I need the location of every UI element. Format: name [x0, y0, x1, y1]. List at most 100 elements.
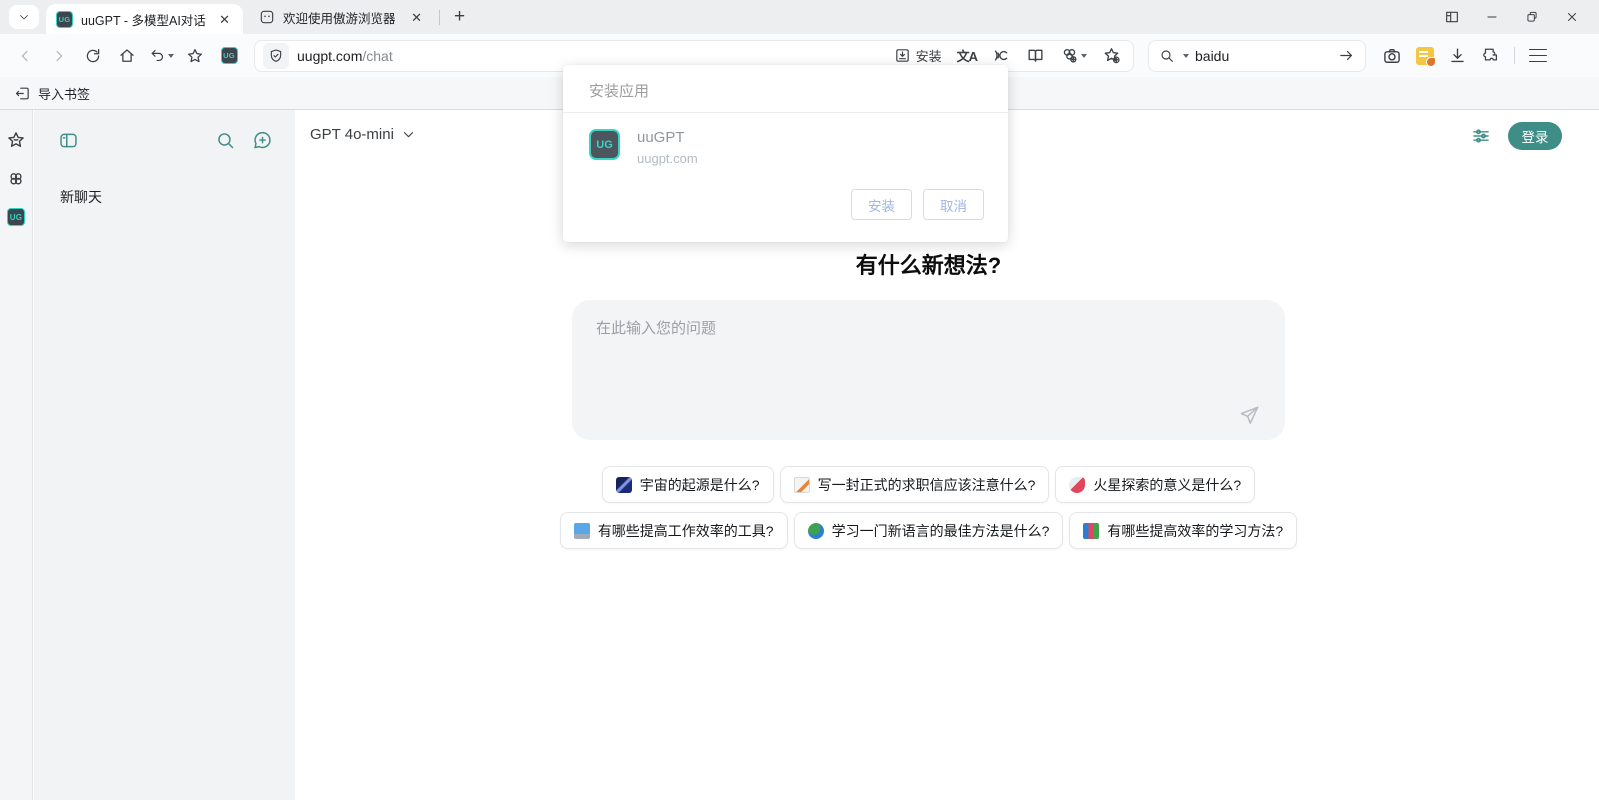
- tab-uugpt[interactable]: UG uuGPT - 多模型AI对话 ✕: [46, 4, 243, 34]
- split-layout-icon: [1444, 9, 1460, 25]
- tab-bar: UG uuGPT - 多模型AI对话 ✕ 欢迎使用傲游浏览器 ✕ +: [0, 0, 1599, 34]
- shield-check-icon: [268, 48, 284, 64]
- dropdown-caret-icon: [1081, 54, 1087, 58]
- import-bookmarks-button[interactable]: 导入书签: [14, 84, 90, 103]
- minimize-icon: [1485, 10, 1499, 24]
- apps-flower-icon[interactable]: [6, 169, 26, 189]
- back-button[interactable]: [10, 41, 40, 71]
- model-selector[interactable]: GPT 4o-mini: [310, 126, 416, 143]
- suggestion-label: 火星探索的意义是什么?: [1093, 475, 1241, 495]
- prompt-input[interactable]: [572, 300, 1285, 440]
- new-chat-item[interactable]: 新聊天: [60, 187, 295, 207]
- browser-window: UG uuGPT - 多模型AI对话 ✕ 欢迎使用傲游浏览器 ✕ +: [0, 0, 1599, 800]
- suggestion-button[interactable]: 有哪些提高工作效率的工具?: [560, 512, 788, 549]
- app-icon: UG: [589, 129, 620, 160]
- search-value[interactable]: baidu: [1195, 48, 1332, 64]
- import-bookmarks-label: 导入书签: [38, 84, 90, 103]
- prompt-input-container: [572, 300, 1285, 440]
- add-favorite-icon[interactable]: [1102, 46, 1121, 65]
- main-menu-button[interactable]: [1529, 49, 1547, 63]
- uugpt-sidebar-app-icon[interactable]: UG: [7, 208, 25, 226]
- collapse-sidebar-icon[interactable]: [58, 130, 79, 151]
- suggestion-prompts: 宇宙的起源是什么? 写一封正式的求职信应该注意什么? 火星探索的意义是什么? 有…: [572, 466, 1285, 549]
- window-controls: [1439, 4, 1599, 30]
- notes-icon[interactable]: [1416, 47, 1434, 65]
- back-icon: [16, 47, 34, 65]
- search-box[interactable]: baidu: [1148, 40, 1366, 72]
- toolbar-right-actions: [1382, 46, 1547, 66]
- dialog-body: UG uuGPT uugpt.com: [563, 113, 1008, 166]
- minimize-button[interactable]: [1479, 4, 1505, 30]
- search-chats-icon[interactable]: [215, 130, 236, 151]
- extension-action-button[interactable]: [1060, 46, 1087, 65]
- new-chat-icon[interactable]: [252, 130, 273, 151]
- suggestion-button[interactable]: 学习一门新语言的最佳方法是什么?: [794, 512, 1064, 549]
- login-button[interactable]: 登录: [1508, 122, 1562, 150]
- suggestion-button[interactable]: 写一封正式的求职信应该注意什么?: [780, 466, 1050, 503]
- download-icon[interactable]: [1448, 46, 1467, 65]
- search-icon: [1159, 48, 1175, 64]
- screenshot-camera-icon[interactable]: [1382, 46, 1402, 66]
- extensions-puzzle-icon[interactable]: [1481, 46, 1500, 65]
- import-bookmarks-icon: [14, 85, 31, 102]
- tab-close-icon[interactable]: ✕: [216, 11, 233, 28]
- settings-sliders-icon[interactable]: [1471, 126, 1491, 146]
- tab-welcome[interactable]: 欢迎使用傲游浏览器 ✕: [251, 2, 433, 32]
- read-aloud-icon[interactable]: [992, 46, 1011, 65]
- suggestion-label: 宇宙的起源是什么?: [640, 475, 760, 495]
- url-path: /chat: [362, 48, 392, 64]
- suggestion-button[interactable]: 宇宙的起源是什么?: [602, 466, 774, 503]
- restore-button[interactable]: [1519, 4, 1545, 30]
- forward-button[interactable]: [44, 41, 74, 71]
- laptop-icon: [574, 523, 590, 539]
- undo-icon: [149, 47, 166, 64]
- chat-header-actions: 登录: [1471, 122, 1562, 150]
- dialog-title: 安装应用: [563, 65, 1008, 113]
- tab-list-menu-button[interactable]: [9, 5, 39, 29]
- workspace-panel-button[interactable]: [1439, 4, 1465, 30]
- url-text[interactable]: uugpt.com/chat: [297, 48, 886, 64]
- home-button[interactable]: [112, 41, 142, 71]
- translate-icon[interactable]: 文A: [957, 46, 977, 65]
- dialog-install-button[interactable]: 安装: [851, 189, 912, 220]
- rocket-icon: [1069, 477, 1085, 493]
- flower-add-icon: [1060, 46, 1079, 65]
- favorites-star-face-icon[interactable]: [6, 130, 26, 150]
- app-domain: uugpt.com: [637, 151, 698, 166]
- home-icon: [118, 47, 136, 65]
- uugpt-favicon: UG: [56, 11, 73, 28]
- favorites-button[interactable]: [180, 41, 210, 71]
- model-name: GPT 4o-mini: [310, 126, 394, 143]
- books-icon: [1083, 523, 1099, 539]
- install-app-dialog: 安装应用 UG uuGPT uugpt.com 安装 取消: [563, 65, 1008, 242]
- tab-title: uuGPT - 多模型AI对话: [81, 10, 208, 29]
- forward-icon: [50, 47, 68, 65]
- restore-icon: [1525, 10, 1539, 24]
- reload-button[interactable]: [78, 41, 108, 71]
- site-security-chip[interactable]: [263, 43, 289, 69]
- install-app-button[interactable]: 安装: [894, 46, 942, 65]
- app-name: uuGPT: [637, 129, 698, 146]
- browser-side-rail: UG: [0, 110, 33, 800]
- reader-mode-icon[interactable]: [1026, 46, 1045, 65]
- suggestion-button[interactable]: 火星探索的意义是什么?: [1055, 466, 1255, 503]
- send-icon[interactable]: [1238, 404, 1261, 427]
- close-icon: [1565, 10, 1579, 24]
- tab-close-icon[interactable]: ✕: [408, 9, 425, 26]
- tab-title: 欢迎使用傲游浏览器: [283, 8, 400, 27]
- undo-closed-tab-button[interactable]: [146, 41, 176, 71]
- tab-separator: [439, 10, 440, 25]
- new-tab-button[interactable]: +: [446, 6, 473, 28]
- uugpt-app-button[interactable]: UG: [214, 41, 244, 71]
- chat-sidebar-header: [34, 110, 295, 151]
- go-arrow-icon[interactable]: [1338, 47, 1355, 64]
- globe-icon: [808, 523, 824, 539]
- close-window-button[interactable]: [1559, 4, 1585, 30]
- chevron-down-icon: [18, 11, 30, 23]
- suggestion-button[interactable]: 有哪些提高效率的学习方法?: [1069, 512, 1297, 549]
- search-engine-caret-icon[interactable]: [1183, 54, 1189, 58]
- install-app-icon: [894, 47, 911, 64]
- dialog-footer: 安装 取消: [851, 189, 984, 220]
- dialog-cancel-button[interactable]: 取消: [923, 189, 984, 220]
- memo-icon: [794, 477, 810, 493]
